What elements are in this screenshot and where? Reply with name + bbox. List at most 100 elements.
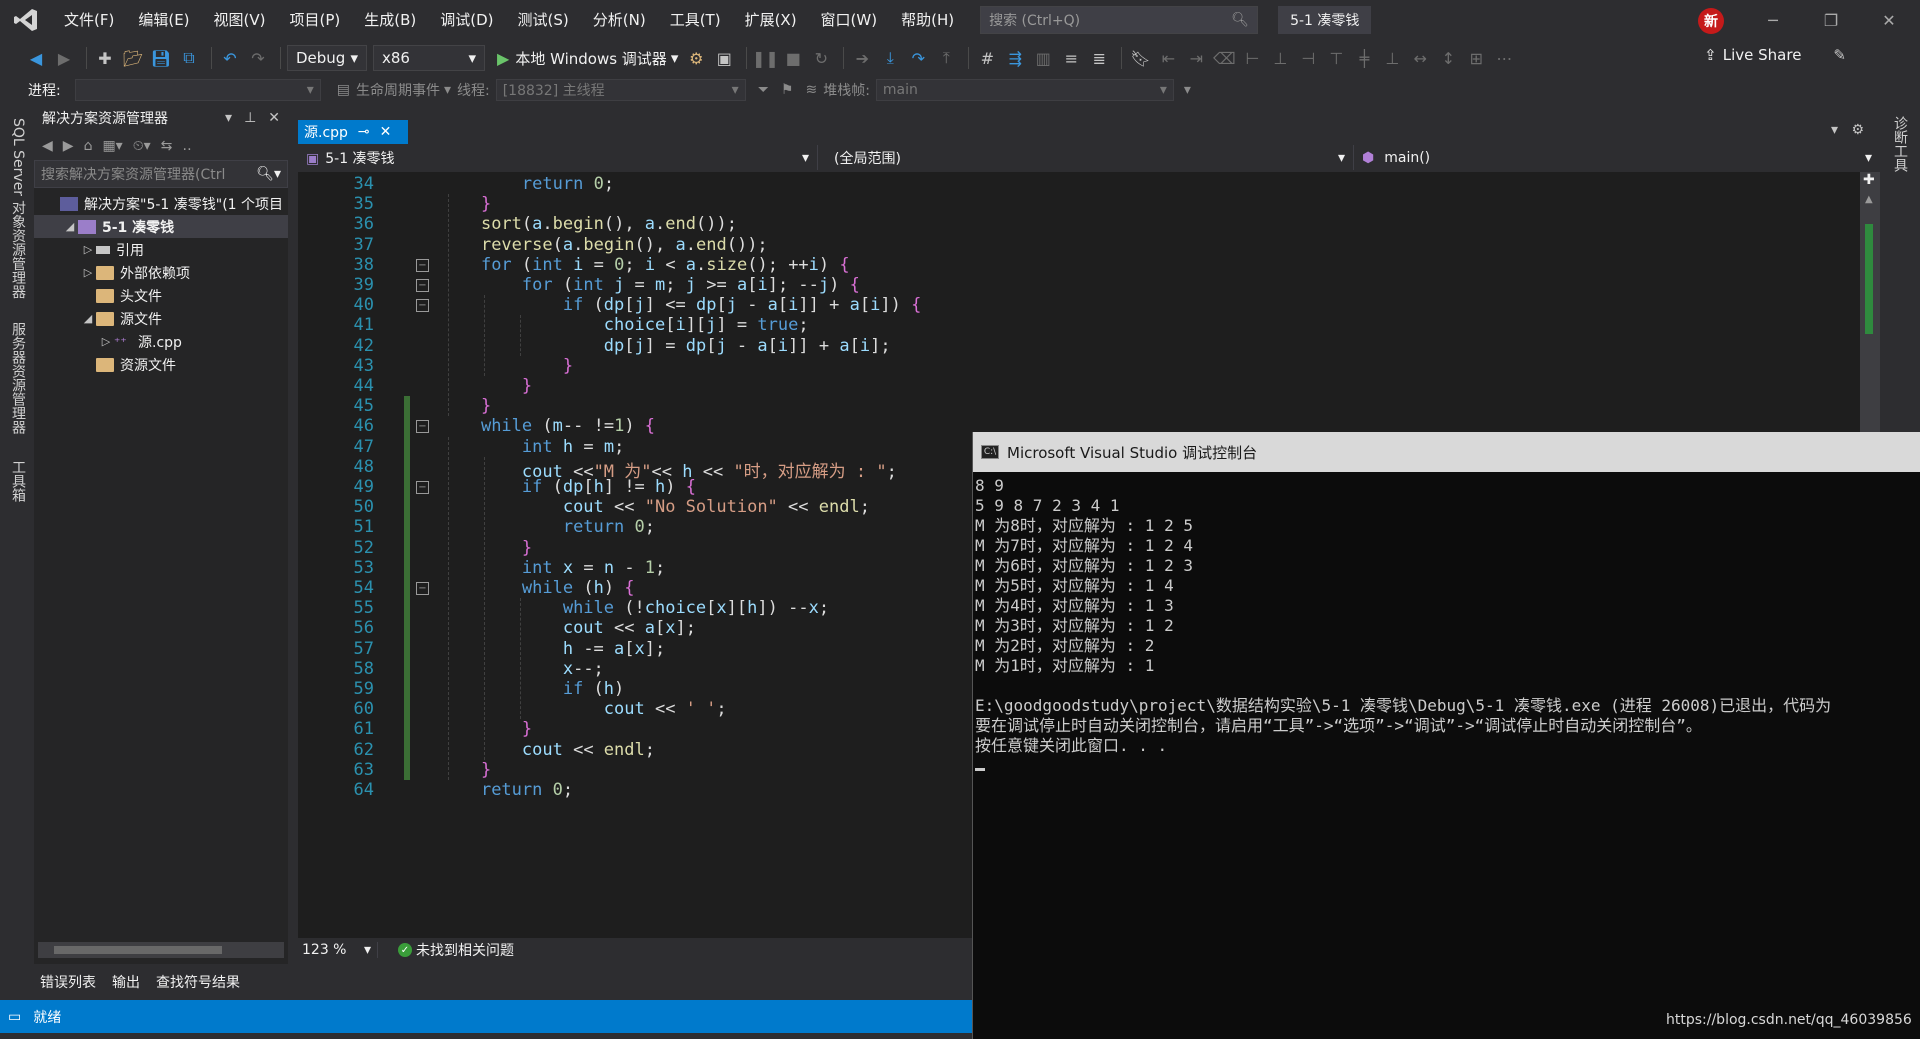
align-left-icon[interactable]: ⊢ — [1240, 46, 1264, 70]
user-avatar[interactable]: 新 — [1698, 8, 1724, 34]
tab-output[interactable]: 输出 — [112, 972, 140, 992]
feedback-icon[interactable]: ✎ — [1833, 46, 1846, 64]
step-out-icon[interactable]: ⤒ — [934, 46, 958, 70]
close-icon[interactable]: ✕ — [268, 110, 280, 126]
horizontal-scrollbar[interactable] — [38, 942, 284, 958]
menu-item[interactable]: 帮助(H) — [889, 0, 966, 40]
code-line[interactable]: dp[j] = dp[j - a[i]] + a[i]; — [440, 336, 891, 356]
align-center-icon[interactable]: ⊥ — [1268, 46, 1292, 70]
menu-item[interactable]: 窗口(W) — [809, 0, 890, 40]
scope-nav-select[interactable]: (全局范围) ▾ — [818, 145, 1354, 170]
next-bookmark-icon[interactable]: ⇥ — [1184, 46, 1208, 70]
save-icon[interactable]: 💾︎ — [149, 46, 173, 70]
collapse-region-icon[interactable]: − — [416, 481, 429, 494]
open-file-icon[interactable]: 📂︎ — [121, 46, 145, 70]
code-line[interactable]: cout << a[x]; — [440, 618, 696, 638]
quick-search-input[interactable]: 搜索 (Ctrl+Q) 🔍︎ — [980, 6, 1259, 34]
server-explorer-tab[interactable]: 服务器资源管理器 — [8, 322, 28, 434]
code-line[interactable]: while (h) { — [440, 578, 635, 598]
debug-console-window[interactable]: C:\ Microsoft Visual Studio 调试控制台 8 95 9… — [972, 432, 1920, 1039]
lifecycle-icon[interactable]: ▤ — [337, 82, 350, 98]
show-next-statement-icon[interactable]: ➔ — [850, 46, 874, 70]
expand-toggle-icon[interactable]: ▷ — [98, 335, 114, 348]
configuration-select[interactable]: Debug ▾ — [287, 45, 367, 71]
issues-indicator[interactable]: ✓ 未找到相关问题 — [398, 940, 514, 960]
code-line[interactable]: return 0; — [440, 174, 614, 194]
make-same-width-icon[interactable]: ↔ — [1408, 46, 1432, 70]
code-line[interactable]: int x = n - 1; — [440, 558, 665, 578]
project-nav-select[interactable]: ▣ 5-1 凑零钱 ▾ — [298, 145, 818, 170]
tree-item[interactable]: ◢ 源文件 — [34, 307, 288, 330]
pending-changes-icon[interactable]: ⏲▾ — [133, 138, 151, 154]
code-line[interactable]: while (m-- !=1) { — [440, 416, 655, 436]
platform-select[interactable]: x86 ▾ — [373, 45, 485, 71]
home-icon[interactable]: ⌂ — [84, 138, 93, 154]
output-window-icon[interactable]: ▭ — [8, 1009, 21, 1025]
prev-bookmark-icon[interactable]: ⇤ — [1156, 46, 1180, 70]
tree-item[interactable]: ▷ ⁺⁺ 源.cpp — [34, 330, 288, 353]
step-over-icon[interactable]: ↷ — [906, 46, 930, 70]
code-line[interactable]: cout << "No Solution" << endl; — [440, 497, 870, 517]
size-to-grid-icon[interactable]: ⊞ — [1464, 46, 1488, 70]
locals-icon[interactable]: ▥ — [1031, 46, 1055, 70]
expand-toggle-icon[interactable]: ▷ — [80, 243, 96, 256]
menu-item[interactable]: 测试(S) — [506, 0, 581, 40]
collapse-region-icon[interactable]: − — [416, 279, 429, 292]
pin-icon[interactable]: ⊥ — [244, 110, 256, 126]
code-line[interactable]: if (h) — [440, 679, 624, 699]
member-nav-select[interactable]: ⬢ main() ▾ — [1354, 145, 1880, 170]
code-line[interactable]: cout << ' '; — [440, 699, 727, 719]
collapse-region-icon[interactable]: − — [416, 582, 429, 595]
new-project-icon[interactable]: ✚ — [93, 46, 117, 70]
make-same-height-icon[interactable]: ↕ — [1436, 46, 1460, 70]
menu-item[interactable]: 调试(D) — [428, 0, 505, 40]
menu-item[interactable]: 文件(F) — [52, 0, 126, 40]
menu-item[interactable]: 编辑(E) — [126, 0, 201, 40]
code-line[interactable]: cout << endl; — [440, 740, 655, 760]
process-select[interactable]: ▾ — [74, 79, 321, 101]
code-line[interactable]: sort(a.begin(), a.end()); — [440, 214, 737, 234]
lifecycle-events-label[interactable]: 生命周期事件 — [356, 80, 440, 100]
screenshot-icon[interactable]: ▣ — [712, 46, 736, 70]
menu-item[interactable]: 工具(T) — [658, 0, 733, 40]
zoom-select[interactable]: 123 % ▾ — [298, 942, 378, 958]
more-icon[interactable]: ‥ — [182, 138, 191, 154]
save-all-icon[interactable]: ⧉ — [177, 46, 201, 70]
menu-item[interactable]: 分析(N) — [581, 0, 658, 40]
code-line[interactable]: x--; — [440, 659, 604, 679]
align-right-icon[interactable]: ⊣ — [1296, 46, 1320, 70]
restore-button[interactable]: ❐ — [1802, 0, 1860, 40]
hex-display-icon[interactable]: # — [975, 46, 999, 70]
code-line[interactable]: reverse(a.begin(), a.end()); — [440, 235, 768, 255]
code-line[interactable]: return 0; — [440, 780, 573, 800]
live-share-button[interactable]: ⇪ Live Share ✎ — [1704, 46, 1846, 64]
restart-icon[interactable]: ↻ — [809, 46, 833, 70]
start-debugger-button[interactable]: ▶ 本地 Windows 调试器 ▾ — [497, 48, 678, 69]
stack-frame-select[interactable]: main ▾ — [875, 79, 1174, 101]
align-top-icon[interactable]: ⊤ — [1324, 46, 1348, 70]
chevron-down-icon[interactable]: ▾ — [225, 110, 232, 126]
code-line[interactable]: } — [440, 538, 532, 558]
menu-item[interactable]: 视图(V) — [202, 0, 278, 40]
back-icon[interactable]: ◀ — [42, 138, 53, 154]
close-window-button[interactable]: ✕ — [1860, 0, 1918, 40]
expand-toggle-icon[interactable]: ◢ — [62, 220, 78, 233]
code-line[interactable]: } — [440, 719, 532, 739]
collapse-region-icon[interactable]: − — [416, 258, 429, 272]
pin-icon[interactable]: ⊸ — [358, 124, 370, 140]
align-bottom-icon[interactable]: ⊥ — [1380, 46, 1404, 70]
tab-list-icon[interactable]: ▾ — [1831, 122, 1838, 138]
collapse-region-icon[interactable]: − — [416, 299, 429, 313]
sync-icon[interactable]: ⇆ — [161, 138, 173, 154]
comment-icon[interactable]: ≡ — [1059, 46, 1083, 70]
uncomment-icon[interactable]: ≣ — [1087, 46, 1111, 70]
undo-icon[interactable]: ↶ — [218, 46, 242, 70]
tree-item[interactable]: 资源文件 — [34, 353, 288, 376]
tree-item[interactable]: ▷ 引用 — [34, 238, 288, 261]
expand-toggle-icon[interactable]: ▷ — [80, 266, 96, 279]
solution-search-input[interactable]: 搜索解决方案资源管理器(Ctrl 🔍︎▾ — [34, 160, 288, 188]
tree-item[interactable]: 头文件 — [34, 284, 288, 307]
step-into-icon[interactable]: ⤓ — [878, 46, 902, 70]
back-icon[interactable]: ◀ — [24, 46, 48, 70]
menu-item[interactable]: 生成(B) — [352, 0, 428, 40]
